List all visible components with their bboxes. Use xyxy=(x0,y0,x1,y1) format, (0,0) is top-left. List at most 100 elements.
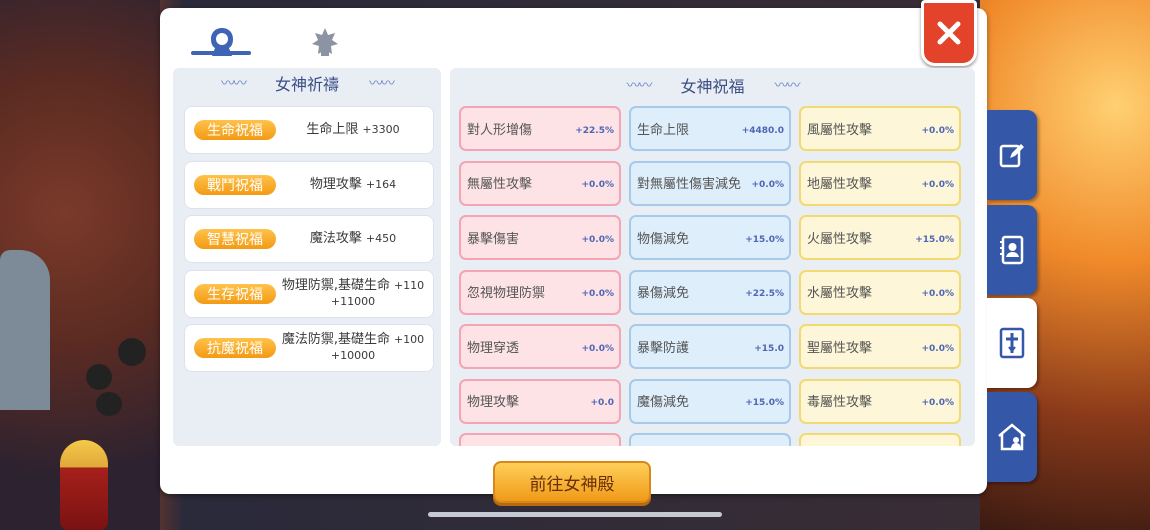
stat-cell: 火屬性攻擊 +15.0% xyxy=(799,215,961,260)
effect-label: 物理攻擊 xyxy=(309,176,362,192)
side-tab-edit[interactable] xyxy=(987,110,1037,200)
effect-value: +110 xyxy=(393,278,425,292)
stat-name: 地屬性攻擊 xyxy=(807,177,873,192)
stat-value: +0.0% xyxy=(581,343,614,354)
effect-value: +3300 xyxy=(362,123,400,136)
stat-name: 暴擊防護 xyxy=(637,340,690,356)
home-icon xyxy=(998,423,1026,451)
blessing-effect: 物理防禦,基礎生命 +110 +11000 xyxy=(277,271,429,317)
stat-value: +15.0% xyxy=(745,234,784,245)
stat-name: 忽視物理防禦 xyxy=(467,286,546,301)
side-tab-goddess[interactable] xyxy=(987,298,1037,388)
stat-name: 毒屬性攻擊 xyxy=(807,395,873,410)
stat-cell-partial xyxy=(799,433,961,446)
blessing-row: 抗魔祝福 魔法防禦,基礎生命 +100 +10000 xyxy=(184,324,434,372)
stat-name: 風屬性攻擊 xyxy=(807,122,873,138)
effect-value: +164 xyxy=(365,177,397,191)
blessing-row: 戰鬥祝福 物理攻擊 +164 xyxy=(184,160,434,209)
background-cannonball xyxy=(96,392,122,416)
swirl-ornament-icon: 〰〰 xyxy=(220,76,247,92)
swirl-ornament-icon: 〰〰 xyxy=(369,76,395,92)
section-header: 〰〰 女神祈禱 〰〰 xyxy=(173,68,441,98)
effect-label: 魔法防禦,基礎生命 xyxy=(281,332,390,347)
blessing-tag: 生存祝福 xyxy=(194,283,276,304)
stat-cell: 風屬性攻擊 +0.0% xyxy=(799,106,961,151)
blessing-row: 智慧祝福 魔法攻擊 +450 xyxy=(184,215,434,263)
cross-icon xyxy=(999,327,1025,359)
stat-cell: 對無屬性傷害減免 +0.0% xyxy=(629,160,791,206)
side-tab-contacts[interactable] xyxy=(987,205,1037,295)
blessing-tag: 智慧祝福 xyxy=(194,229,276,249)
effect-value: +450 xyxy=(365,232,397,245)
stat-value: +15.0 xyxy=(754,343,784,354)
stat-cell: 物傷減免 +15.0% xyxy=(629,215,791,260)
stat-name: 生命上限 xyxy=(637,122,690,138)
blessing-row: 生命祝福 生命上限 +3300 xyxy=(184,106,434,154)
effect-value: +100 xyxy=(393,333,425,346)
stat-cell: 無屬性攻擊 +0.0% xyxy=(459,160,621,206)
stat-cell: 地屬性攻擊 +0.0% xyxy=(799,160,961,206)
stat-name: 物理攻擊 xyxy=(467,395,520,410)
side-tab-home[interactable] xyxy=(987,392,1037,482)
goddess-blessing-section[interactable]: 〰〰 女神祝福 〰〰 對人形增傷 +22.5% 無屬性攻擊 +0.0% 暴擊傷害 +0.0… xyxy=(450,68,975,446)
effect-label: 生命上限 xyxy=(306,122,359,137)
effect-value-2: +11000 xyxy=(330,294,376,308)
stat-cell: 毒屬性攻擊 +0.0% xyxy=(799,378,961,424)
blessing-effect: 物理攻擊 +164 xyxy=(277,162,429,208)
stat-cell: 暴擊防護 +15.0 xyxy=(629,324,791,369)
tab-emblem[interactable] xyxy=(297,20,353,64)
background-cannonball xyxy=(86,364,112,390)
stat-name: 聖屬性攻擊 xyxy=(807,340,873,356)
stat-cell: 生命上限 +4480.0 xyxy=(629,106,791,151)
stat-value: +0.0 xyxy=(590,398,614,408)
blessing-tag: 生命祝福 xyxy=(194,120,276,140)
stat-cell: 聖屬性攻擊 +0.0% xyxy=(799,324,961,369)
stat-cell: 魔傷減免 +15.0% xyxy=(629,378,791,424)
stat-value: +0.0% xyxy=(921,289,954,299)
blessing-effect: 魔法攻擊 +450 xyxy=(277,216,429,262)
effect-label: 魔法攻擊 xyxy=(309,231,362,246)
tab-goddess[interactable] xyxy=(194,20,250,64)
swirl-ornament-icon: 〰〰 xyxy=(626,78,652,94)
stat-value: +0.0% xyxy=(581,289,614,299)
stat-cell: 水屬性攻擊 +0.0% xyxy=(799,269,961,315)
stat-value: +0.0% xyxy=(581,234,614,245)
edit-icon xyxy=(999,144,1024,168)
blessing-effect: 生命上限 +3300 xyxy=(277,107,429,153)
background-cannonball xyxy=(118,338,146,366)
go-to-temple-button[interactable]: 前往女神殿 xyxy=(493,461,651,503)
stat-value: +4480.0 xyxy=(741,125,784,136)
stat-cell: 忽視物理防禦 +0.0% xyxy=(459,269,621,315)
stat-value: +0.0% xyxy=(921,343,954,354)
stat-name: 暴擊傷害 xyxy=(467,231,520,247)
stat-value: +0.0% xyxy=(581,180,614,190)
swirl-ornament-icon: 〰〰 xyxy=(774,78,801,94)
stat-value: +0.0% xyxy=(751,180,784,190)
active-tab-indicator xyxy=(191,51,251,55)
stat-value: +0.0% xyxy=(921,180,954,190)
section-header: 〰〰 女神祝福 〰〰 xyxy=(450,70,975,100)
stat-cell: 對人形增傷 +22.5% xyxy=(459,106,621,151)
section-title: 女神祈禱 xyxy=(274,75,339,94)
stat-value: +22.5% xyxy=(745,289,784,299)
stat-value: +15.0% xyxy=(915,234,954,245)
blessing-tag: 抗魔祝福 xyxy=(194,338,276,358)
stat-name: 物傷減免 xyxy=(637,231,690,247)
stat-name: 對人形增傷 xyxy=(467,122,533,138)
player-character xyxy=(60,440,108,530)
background-statue xyxy=(0,250,50,410)
blessing-tag: 戰鬥祝福 xyxy=(194,174,276,195)
stat-value: +0.0% xyxy=(921,398,954,408)
stat-value: +15.0% xyxy=(745,398,784,408)
blessing-row: 生存祝福 物理防禦,基礎生命 +110 +11000 xyxy=(184,269,434,318)
stat-name: 火屬性攻擊 xyxy=(807,231,873,247)
stat-cell: 暴傷減免 +22.5% xyxy=(629,269,791,315)
horizontal-scrollbar[interactable] xyxy=(428,512,722,517)
stat-name: 無屬性攻擊 xyxy=(467,177,533,192)
stat-name: 對無屬性傷害減免 xyxy=(637,177,742,192)
close-button[interactable] xyxy=(921,0,977,66)
emblem-icon xyxy=(312,28,338,56)
goddess-prayer-section: 〰〰 女神祈禱 〰〰 生命祝福 生命上限 +3300 戰鬥祝福 物理攻擊 +164 智慧祝福… xyxy=(173,68,441,446)
stat-value: +0.0% xyxy=(921,125,954,136)
stat-cell-partial xyxy=(629,433,791,446)
